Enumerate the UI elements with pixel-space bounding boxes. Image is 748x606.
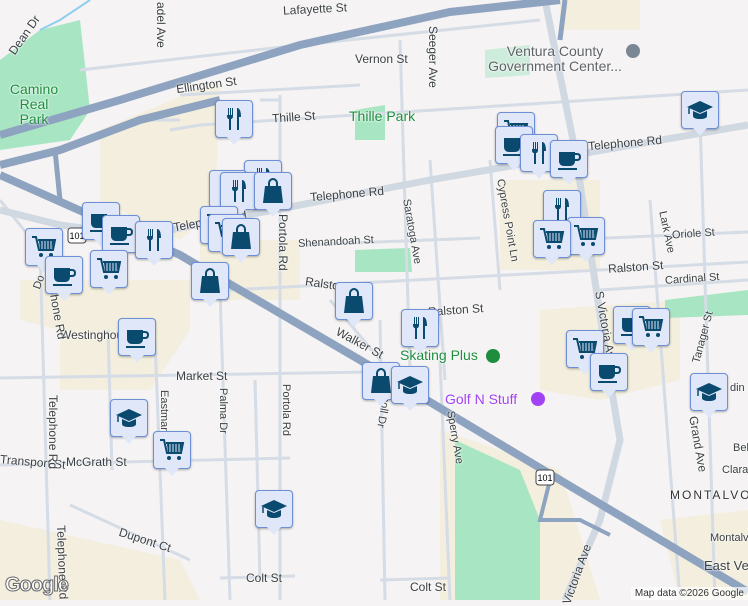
street-label: McGrath St xyxy=(66,455,127,469)
restaurant-icon xyxy=(140,226,168,254)
shopping-cart-icon xyxy=(637,313,665,341)
skating-plus-label[interactable]: Skating Plus xyxy=(400,348,478,363)
school-marker[interactable] xyxy=(110,399,148,444)
skating-poi-icon[interactable] xyxy=(486,349,500,363)
grocery-marker[interactable] xyxy=(533,220,571,265)
school-marker[interactable] xyxy=(681,91,719,136)
neighborhood-label: MONTALVO xyxy=(670,488,748,502)
street-label: Portola Rd xyxy=(276,214,290,271)
shopping-marker[interactable] xyxy=(254,172,292,217)
shopping-bag-icon xyxy=(259,177,287,205)
restaurant-icon xyxy=(406,314,434,342)
street-label: Colt St xyxy=(246,571,283,585)
cafe-marker[interactable] xyxy=(590,353,628,398)
cafe-marker[interactable] xyxy=(118,318,156,363)
grocery-marker[interactable] xyxy=(567,217,605,262)
map-canvas[interactable]: 101 101 xyxy=(0,0,748,600)
restaurant-marker[interactable] xyxy=(135,221,173,266)
grocery-marker[interactable] xyxy=(153,431,191,476)
shopping-marker[interactable] xyxy=(222,218,260,263)
street-label: din St xyxy=(730,382,748,394)
government-icon[interactable] xyxy=(626,44,640,58)
park-label[interactable]: Thille Park xyxy=(349,109,415,124)
shopping-bag-icon xyxy=(227,223,255,251)
street-label: adel Ave xyxy=(154,2,168,48)
graduation-cap-icon xyxy=(115,404,143,432)
coffee-cup-icon xyxy=(555,145,583,173)
street-label: Seeger Ave xyxy=(426,26,440,88)
street-label: Colt St xyxy=(410,580,447,594)
park-label[interactable]: Camino Real Park xyxy=(4,82,64,127)
restaurant-icon xyxy=(220,105,248,133)
golf-poi-icon[interactable] xyxy=(531,392,545,406)
street-label: Portola Rd xyxy=(280,384,292,436)
grocery-marker[interactable] xyxy=(632,308,670,353)
street-label: Vernon St xyxy=(355,52,408,66)
street-label: East Ve xyxy=(704,558,748,573)
school-marker[interactable] xyxy=(255,490,293,535)
google-logo[interactable]: Google xyxy=(5,574,70,597)
golf-n-stuff-label[interactable]: Golf N Stuff xyxy=(445,391,517,407)
shopping-bag-icon xyxy=(340,287,368,315)
street-label: Montalvo xyxy=(710,532,748,544)
shopping-bag-icon xyxy=(196,267,224,295)
map-attribution[interactable]: Map data ©2026 Google xyxy=(630,587,748,600)
school-marker[interactable] xyxy=(690,373,728,418)
cafe-marker[interactable] xyxy=(550,140,588,185)
graduation-cap-icon xyxy=(695,378,723,406)
shopping-marker[interactable] xyxy=(335,282,373,327)
shopping-cart-icon xyxy=(158,436,186,464)
street-label: Clara xyxy=(722,464,748,476)
restaurant-marker[interactable] xyxy=(401,309,439,354)
shopping-marker[interactable] xyxy=(191,262,229,307)
shopping-cart-icon xyxy=(572,222,600,250)
coffee-cup-icon xyxy=(595,358,623,386)
restaurant-marker[interactable] xyxy=(220,172,258,217)
coffee-cup-icon xyxy=(123,323,151,351)
street-label: Bel xyxy=(733,442,748,454)
svg-text:101: 101 xyxy=(537,473,552,483)
street-label: Palma Dr xyxy=(217,388,229,434)
restaurant-marker[interactable] xyxy=(215,100,253,145)
street-label: Market St xyxy=(176,369,228,383)
shopping-cart-icon xyxy=(538,225,566,253)
graduation-cap-icon xyxy=(396,371,424,399)
graduation-cap-icon xyxy=(260,495,288,523)
coffee-cup-icon xyxy=(107,220,135,248)
shopping-cart-icon xyxy=(95,255,123,283)
school-marker[interactable] xyxy=(391,366,429,411)
grocery-marker[interactable] xyxy=(90,250,128,295)
cafe-marker[interactable] xyxy=(45,256,83,301)
gov-center-label[interactable]: Ventura County Government Center... xyxy=(485,44,625,74)
restaurant-icon xyxy=(225,177,253,205)
commercial-areas xyxy=(0,0,748,600)
graduation-cap-icon xyxy=(686,96,714,124)
street-label: Telephone Rd xyxy=(46,395,60,470)
coffee-cup-icon xyxy=(50,261,78,289)
restaurant-icon xyxy=(525,139,553,167)
